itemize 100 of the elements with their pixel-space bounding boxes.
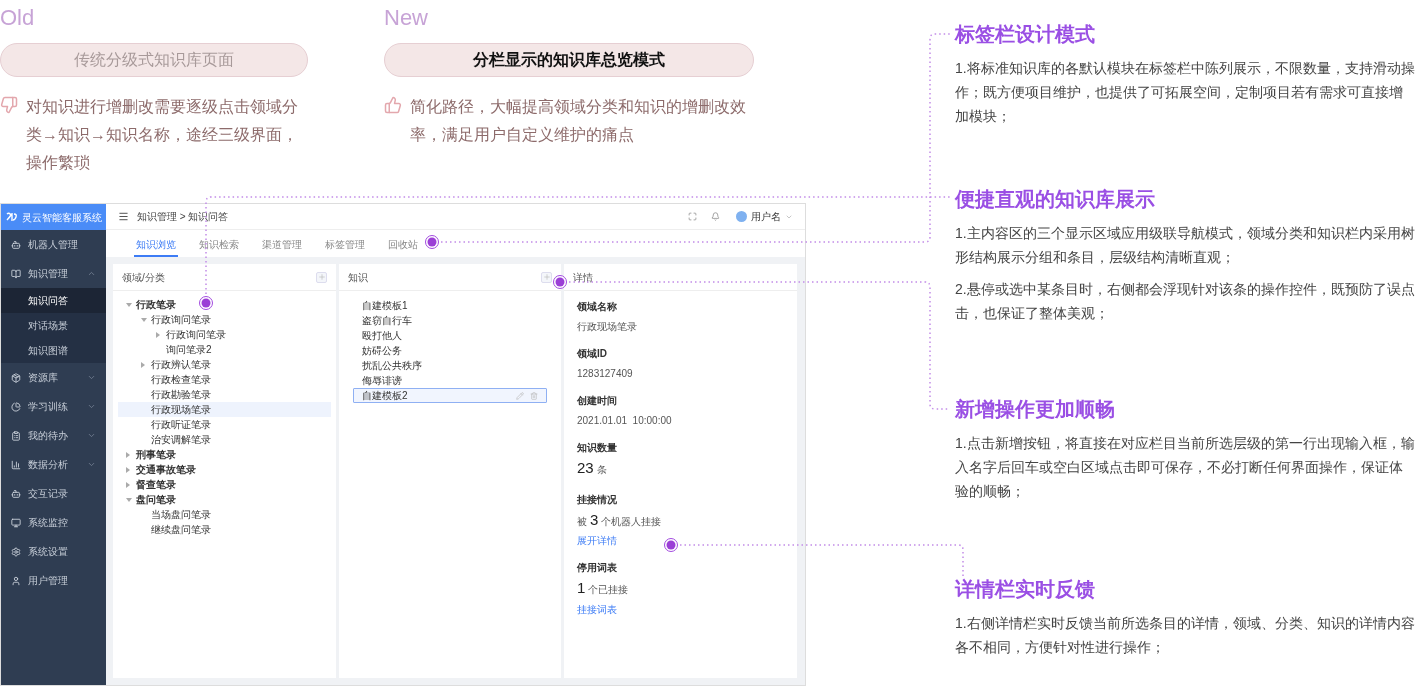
box-icon [11, 372, 21, 383]
sidebar-item[interactable]: 数据分析 [1, 450, 106, 479]
detail-link[interactable]: 展开详情 [577, 533, 784, 548]
pie-chart-icon [11, 401, 21, 412]
menu-icon[interactable] [118, 211, 129, 222]
knowledge-item[interactable]: 盗窃自行车 [353, 313, 547, 328]
sidebar-item[interactable]: 用户管理 [1, 566, 106, 595]
field-label: 知识数量 [577, 441, 618, 455]
tree-node[interactable]: 行政询问笔录 [118, 312, 331, 327]
field-value: 1283127409 [577, 367, 634, 381]
app-logo: 灵云智能客服系统 [1, 204, 106, 230]
note-paragraph: 2.悬停或选中某条目时，右侧都会浮现针对该条的操作控件，既预防了误点击，也保证了整体美观； [955, 280, 1415, 323]
fullscreen-icon[interactable] [688, 212, 697, 221]
bar-chart-icon [11, 459, 21, 470]
monitor-icon [11, 517, 21, 528]
sidebar-subitem[interactable]: 知识图谱 [1, 338, 106, 363]
detail-link[interactable]: 挂接词表 [577, 601, 784, 617]
sidebar-subitem[interactable]: 知识问答 [1, 288, 106, 313]
tree-node[interactable]: 督查笔录 [118, 477, 331, 492]
knowledge-item[interactable]: 殴打他人 [353, 328, 547, 343]
tree-node[interactable]: 治安调解笔录 [118, 432, 331, 447]
panel-title: 详情 [573, 270, 593, 285]
note-paragraph: 1.点击新增按钮，将直接在对应栏目当前所选层级的第一行出现输入框，输入名字后回车或空白区域点击即可保存，不必打断任何界面操作，保证体验的顺畅； [955, 434, 1415, 501]
note-paragraph: 1.将标准知识库的各默认模块在标签栏中陈列展示，不限数量，支持滑动操作；既方便项目维护，也提供了可拓展空间，定制项目若有需求可直接增加模块； [955, 59, 1415, 126]
knowledge-item[interactable]: 扰乱公共秩序 [353, 358, 547, 373]
field-label: 领域ID [577, 347, 608, 361]
note-paragraph: 1.右侧详情栏实时反馈当前所选条目的详情，领域、分类、知识的详情内容各不相同，方便针对性进行操作； [955, 614, 1415, 657]
tree-node[interactable]: 行政检查笔录 [118, 372, 331, 387]
tree-node[interactable]: 继续盘问笔录 [118, 522, 331, 537]
breadcrumb: 知识管理 > 知识问答 [137, 210, 229, 224]
thumbs-down-icon [0, 96, 18, 114]
sidebar-item[interactable]: 资源库 [1, 363, 106, 392]
mode-description: 简化路径，大幅提高领域分类和知识的增删改效率，满足用户自定义维护的痛点 [410, 97, 747, 145]
section-tag: New [384, 3, 754, 33]
count-unit: 条 [596, 463, 607, 477]
note-title: 标签栏设计模式 [955, 22, 1096, 47]
tree-node[interactable]: 行政辨认笔录 [118, 357, 331, 372]
field-label: 挂接情况 [577, 492, 618, 507]
tab[interactable]: 渠道管理 [260, 233, 304, 257]
field-value: 行政现场笔录 [577, 320, 638, 334]
tree-node[interactable]: 行政笔录 [118, 297, 331, 312]
tab[interactable]: 标签管理 [323, 233, 367, 257]
tree-node[interactable]: 行政询问笔录 [118, 327, 331, 342]
sidebar-item[interactable]: 学习训练 [1, 392, 106, 421]
logo-icon [5, 212, 18, 222]
book-icon [11, 268, 21, 279]
sidebar-item[interactable]: 系统设置 [1, 537, 106, 566]
tree-node[interactable]: 当场盘问笔录 [118, 507, 331, 522]
bell-icon[interactable] [711, 212, 720, 221]
tree-node[interactable]: 询问笔录2 [118, 342, 331, 357]
note-title: 便捷直观的知识库展示 [955, 187, 1156, 212]
edit-icon[interactable] [516, 391, 524, 400]
count-unit: 个已挂接 [588, 583, 629, 597]
delete-icon[interactable] [530, 391, 538, 400]
tab[interactable]: 回收站 [386, 233, 420, 257]
knowledge-item[interactable]: 自建模板1 [353, 298, 547, 313]
count-unit: 个机器人挂接 [601, 514, 662, 529]
field-value: 2021.01.01 10:00:00 [577, 414, 673, 428]
tree-node[interactable]: 交通事故笔录 [118, 462, 331, 477]
add-button[interactable] [316, 271, 327, 283]
knowledge-item[interactable]: 妨碍公务 [353, 343, 547, 358]
robot-icon [11, 239, 21, 250]
avatar[interactable] [736, 211, 747, 222]
knowledge-item[interactable]: 侮辱诽谤 [353, 373, 547, 388]
sidebar-item[interactable]: 交互记录 [1, 479, 106, 508]
sidebar-subitem[interactable]: 对话场景 [1, 313, 106, 338]
sidebar-item[interactable]: 机器人管理 [1, 230, 106, 259]
note-title: 详情栏实时反馈 [955, 577, 1096, 602]
user-name[interactable]: 用户名 [751, 209, 781, 224]
tree-node[interactable]: 盘问笔录 [118, 492, 331, 507]
count-number: 23 [577, 458, 594, 478]
sidebar-item[interactable]: 系统监控 [1, 508, 106, 537]
panel-title: 知识 [348, 270, 368, 285]
mode-description: 对知识进行增删改需要逐级点击领域分类→知识→知识名称，途经三级界面，操作繁琐 [26, 97, 299, 173]
mode-title: 分栏显示的知识库总览模式 [384, 43, 754, 77]
tree-node[interactable]: 行政听证笔录 [118, 417, 331, 432]
field-label: 领域名称 [577, 300, 618, 314]
clipboard-icon [11, 430, 21, 441]
tree-node[interactable]: 行政勘验笔录 [118, 387, 331, 402]
tree-node[interactable]: 刑事笔录 [118, 447, 331, 462]
count-number: 1 [577, 578, 586, 598]
add-button[interactable] [541, 271, 552, 283]
section-tag: Old [0, 3, 308, 33]
robot-icon [11, 488, 21, 499]
settings-icon [11, 546, 21, 557]
sidebar-item[interactable]: 知识管理 [1, 259, 106, 288]
tree-node[interactable]: 行政现场笔录 [118, 402, 331, 417]
tab[interactable]: 知识检索 [197, 233, 241, 257]
note-title: 新增操作更加顺畅 [955, 397, 1116, 422]
sidebar-item[interactable]: 我的待办 [1, 421, 106, 450]
user-icon [11, 575, 21, 586]
tab[interactable]: 知识浏览 [134, 233, 178, 257]
field-label: 停用词表 [577, 561, 618, 575]
thumbs-up-icon [384, 96, 402, 114]
field-label: 创建时间 [577, 394, 618, 408]
mode-title: 传统分级式知识库页面 [0, 43, 308, 77]
count-prefix: 被 [577, 514, 587, 529]
count-number: 3 [590, 509, 599, 530]
knowledge-item[interactable]: 自建模板2 [353, 388, 547, 403]
panel-title: 领域/分类 [122, 270, 165, 285]
